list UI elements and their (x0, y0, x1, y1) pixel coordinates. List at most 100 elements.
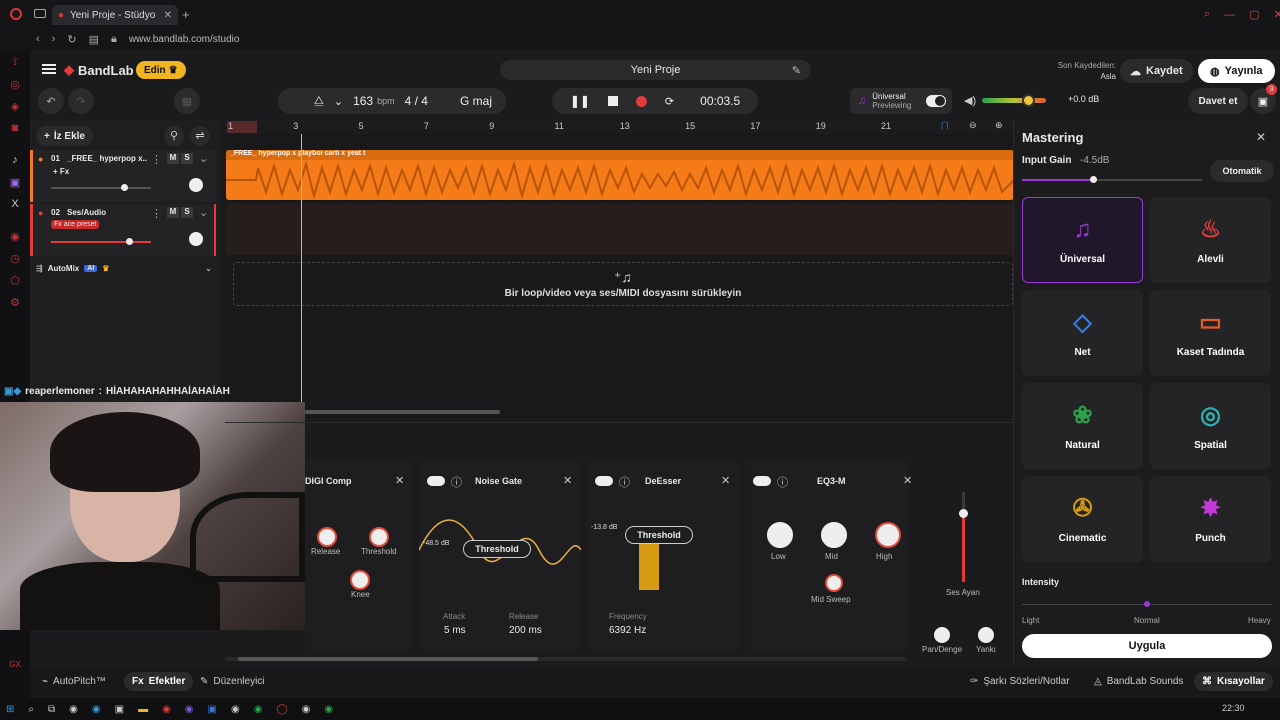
task-view-icon[interactable]: ⧉ (48, 704, 55, 715)
key-select[interactable]: G maj (446, 88, 506, 114)
pan-knob[interactable] (189, 178, 203, 192)
close-icon[interactable]: ✕ (903, 474, 912, 487)
app-icon[interactable]: ◉ (231, 704, 240, 715)
stop-button[interactable] (607, 96, 618, 106)
history-icon[interactable]: ◷ (0, 252, 30, 265)
tempo-control[interactable]: ⧋ ⌄ 163 bpm 4 / 4 (278, 88, 464, 114)
effects-tab[interactable]: Fx Efektler (124, 672, 194, 691)
track-row-2[interactable]: ● 02 Ses/Audio ⋮ M S ⌄ Fx ace preset (30, 204, 216, 256)
info-icon[interactable]: ⓘ (777, 474, 788, 490)
preset-tape[interactable]: ▭ Kaset Tadında (1150, 290, 1271, 376)
redo-button[interactable]: ↷ (68, 88, 94, 114)
track-name[interactable]: Ses/Audio (67, 208, 106, 217)
time-signature[interactable]: 4 / 4 (405, 94, 428, 108)
track-volume-slider[interactable] (51, 184, 151, 191)
preset-universal[interactable]: ♫ Üniversal (1022, 197, 1143, 283)
workspaces-icon[interactable] (34, 9, 46, 18)
invite-button[interactable]: Davet et (1188, 88, 1248, 114)
photoshop-icon[interactable]: ▣ (208, 704, 217, 715)
instagram-icon[interactable]: ◙ (0, 122, 30, 134)
add-fx-button[interactable]: + Fx (53, 167, 69, 176)
eq-toggle[interactable] (753, 476, 771, 486)
master-volume-slider[interactable] (982, 94, 1046, 107)
app-icon[interactable]: ▣ (115, 704, 124, 715)
apply-button[interactable]: Uygula (1022, 634, 1272, 658)
track-volume-slider[interactable] (51, 238, 151, 245)
settings-icon[interactable]: ⚙ (0, 296, 30, 309)
chevron-down-icon[interactable]: ⌄ (334, 95, 343, 108)
browser-tab[interactable]: ● Yeni Proje - Stüdyo ✕ (52, 5, 178, 25)
threshold-knob[interactable] (369, 527, 389, 547)
grid-icon[interactable]: ▦ (174, 88, 200, 114)
master-preset-toggle[interactable]: ♫ Üniversal Previewing (850, 88, 952, 114)
pan-knob[interactable] (189, 232, 203, 246)
search-icon[interactable]: ⌕ (1204, 8, 1210, 21)
tiktok-icon[interactable]: ♪ (0, 154, 30, 166)
speaker-icon[interactable]: ◀) (964, 94, 976, 107)
editor-tab[interactable]: ✎ Düzenleyici (200, 676, 265, 687)
close-icon[interactable]: ✕ (1256, 130, 1266, 144)
volume-fader[interactable] (959, 492, 968, 582)
chrome-icon[interactable]: ◉ (162, 704, 171, 715)
reload-icon[interactable]: ↻ (67, 33, 76, 46)
app-icon[interactable]: ◉ (302, 704, 311, 715)
new-tab-button[interactable]: + (182, 7, 190, 22)
release-value[interactable]: 200 ms (509, 625, 542, 636)
master-toggle-switch[interactable] (926, 95, 946, 107)
mute-button[interactable]: M (167, 153, 179, 164)
attack-value[interactable]: 5 ms (444, 625, 466, 636)
deesser-threshold-select[interactable]: Threshold (625, 526, 693, 544)
start-icon[interactable]: ⊞ (6, 704, 14, 715)
save-button[interactable]: ☁ Kaydet (1120, 59, 1193, 83)
mute-button[interactable]: M (167, 207, 179, 218)
record-button[interactable] (635, 95, 647, 107)
lyrics-button[interactable]: ✑ Şarkı Sözleri/Notlar (970, 676, 1070, 687)
spotify-icon[interactable]: ◉ (254, 704, 263, 715)
timeline-ruler[interactable]: 1 3 5 7 9 11 13 15 17 19 21 ⋂ ⊖ ⊕ (225, 120, 1015, 134)
preset-cinematic[interactable]: ✇ Cinematic (1022, 476, 1143, 562)
effects-scrollbar[interactable] (226, 657, 906, 661)
autopitch-button[interactable]: ⌁ AutoPitch™ (42, 676, 106, 687)
chevron-down-icon[interactable]: ⌄ (205, 264, 212, 273)
fx-preset-badge[interactable]: Fx ace preset (51, 220, 100, 229)
aria-icon[interactable]: ⟟ (0, 56, 30, 69)
metronome-icon[interactable]: ⧋ (314, 95, 324, 108)
bpm-value[interactable]: 163 (353, 94, 373, 108)
track-row-1[interactable]: ● 01 _FREE_ hyperpop x... ⋮ M S ⌄ + Fx (30, 150, 216, 202)
magnet-icon[interactable]: ⋂ (941, 120, 948, 131)
sounds-button[interactable]: ◬ BandLab Sounds (1094, 676, 1183, 687)
pause-button[interactable]: ❚❚ (570, 94, 590, 108)
twitch-icon[interactable]: ▣ (0, 176, 30, 189)
tuner-icon[interactable]: ⚲ (164, 126, 184, 146)
messenger-icon[interactable]: ◈ (0, 100, 30, 113)
preset-fiery[interactable]: ♨ Alevli (1150, 197, 1271, 283)
back-icon[interactable]: ‹ (36, 33, 40, 45)
project-title-field[interactable]: Yeni Proje ✎ (500, 60, 811, 80)
audio-lane-2[interactable] (226, 203, 1014, 255)
gain-handle[interactable] (1090, 176, 1097, 183)
preset-natural[interactable]: ❀ Natural (1022, 383, 1143, 469)
pan-knob[interactable] (934, 627, 950, 643)
solo-button[interactable]: S (181, 153, 193, 164)
edit-upgrade-button[interactable]: Edin ♛ (136, 61, 186, 79)
x-icon[interactable]: X (0, 198, 30, 210)
knee-knob[interactable] (350, 570, 370, 590)
solo-button[interactable]: S (181, 207, 193, 218)
mid-sweep-knob[interactable] (825, 574, 843, 592)
preset-spatial[interactable]: ◎ Spatial (1150, 383, 1271, 469)
shortcuts-button[interactable]: ⌘ Kısayollar (1194, 672, 1273, 691)
gate-threshold-select[interactable]: Threshold (463, 540, 531, 558)
opera-icon[interactable]: ◯ (276, 704, 287, 715)
more-icon[interactable]: ⋮ (151, 207, 162, 220)
menu-icon[interactable] (42, 64, 56, 74)
publish-button[interactable]: ◍ Yayınla (1198, 59, 1275, 83)
more-icon[interactable]: ⋮ (151, 153, 162, 166)
intensity-slider[interactable] (1022, 601, 1272, 607)
close-icon[interactable]: ✕ (721, 474, 730, 487)
close-icon[interactable]: ✕ (563, 474, 572, 487)
maximize-icon[interactable]: ▢ (1249, 8, 1259, 21)
low-knob[interactable] (767, 522, 793, 548)
frequency-value[interactable]: 6392 Hz (609, 625, 646, 636)
folder-icon[interactable]: ▬ (138, 704, 148, 715)
minimize-icon[interactable]: — (1224, 9, 1235, 21)
